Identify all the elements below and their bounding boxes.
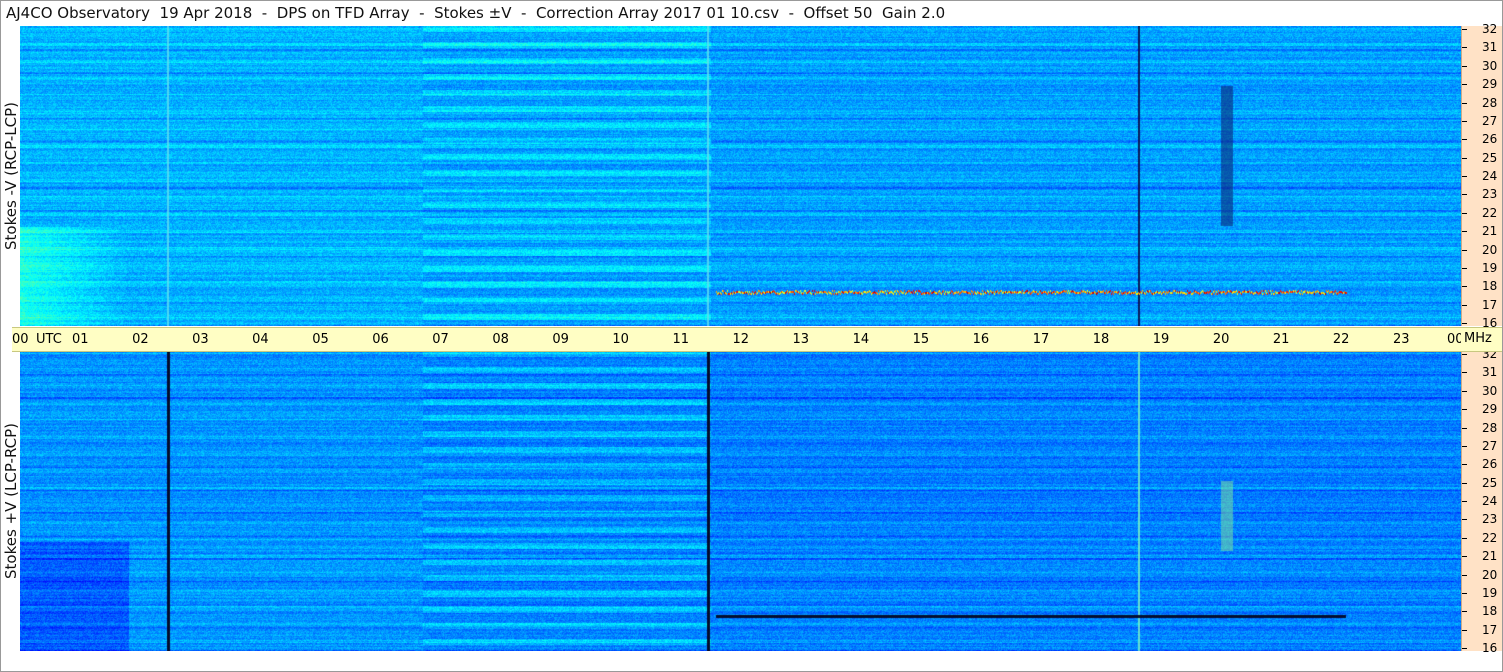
time-tick-label: 03 <box>192 332 209 347</box>
panel-top-ylabel: Stokes -V (RCP-LCP) <box>2 102 20 250</box>
frequency-axis-bottom: 32 31 30 29 28 27 26 25 24 23 22 21 20 19 18 17 16 <box>1461 348 1503 654</box>
panel-top-ylabel-wrap: Stokes -V (RCP-LCP) <box>0 26 22 326</box>
time-tick-label: 15 <box>912 332 930 347</box>
time-tick-label: 00 <box>12 332 29 347</box>
time-tick-label: 22 <box>1332 332 1350 347</box>
time-tick-label: 19 <box>1152 332 1170 347</box>
spectrogram-top <box>20 26 1461 326</box>
frequency-axis-top: 32 31 30 29 28 27 26 25 24 23 22 21 20 19 18 17 16 <box>1461 23 1503 329</box>
mhz-label: MHz <box>1464 331 1492 346</box>
time-tick-label: 16 <box>972 332 990 347</box>
time-tick-label: 02 <box>132 332 149 347</box>
time-tick-label: 21 <box>1272 332 1290 347</box>
spectrogram-bottom <box>20 351 1461 651</box>
time-tick-label: 23 <box>1392 332 1410 347</box>
time-tick-label: 11 <box>672 332 689 347</box>
panel-bottom-ylabel: Stokes +V (LCP-RCP) <box>2 423 20 579</box>
time-tick-label: 10 <box>612 332 629 347</box>
time-tick-label: 09 <box>552 332 569 347</box>
panel-bottom-ylabel-wrap: Stokes +V (LCP-RCP) <box>0 351 22 651</box>
time-tick-label: 14 <box>852 332 870 347</box>
time-tick-label: 01 <box>72 332 89 347</box>
time-tick-label: 04 <box>252 332 269 347</box>
time-tick-label: 05 <box>312 332 329 347</box>
time-tick-label: 06 <box>372 332 389 347</box>
time-tick-label: 12 <box>732 332 750 347</box>
spectrogram-bottom-canvas <box>20 351 1461 651</box>
utc-label: UTC <box>36 332 62 347</box>
time-tick-label: 20 <box>1212 332 1230 347</box>
time-tick-label: 08 <box>492 332 509 347</box>
time-tick-label: 18 <box>1092 332 1110 347</box>
spectrogram-top-canvas <box>20 26 1461 326</box>
time-tick-label: 17 <box>1032 332 1050 347</box>
time-tick-label: 13 <box>792 332 810 347</box>
time-axis: UTC 00 01 02 03 04 05 06 07 08 09 10 11 12 13 14 15 16 17… <box>12 327 1464 352</box>
time-tick-label: 07 <box>432 332 449 347</box>
chart-title: AJ4CO Observatory 19 Apr 2018 - DPS on T… <box>6 4 946 22</box>
